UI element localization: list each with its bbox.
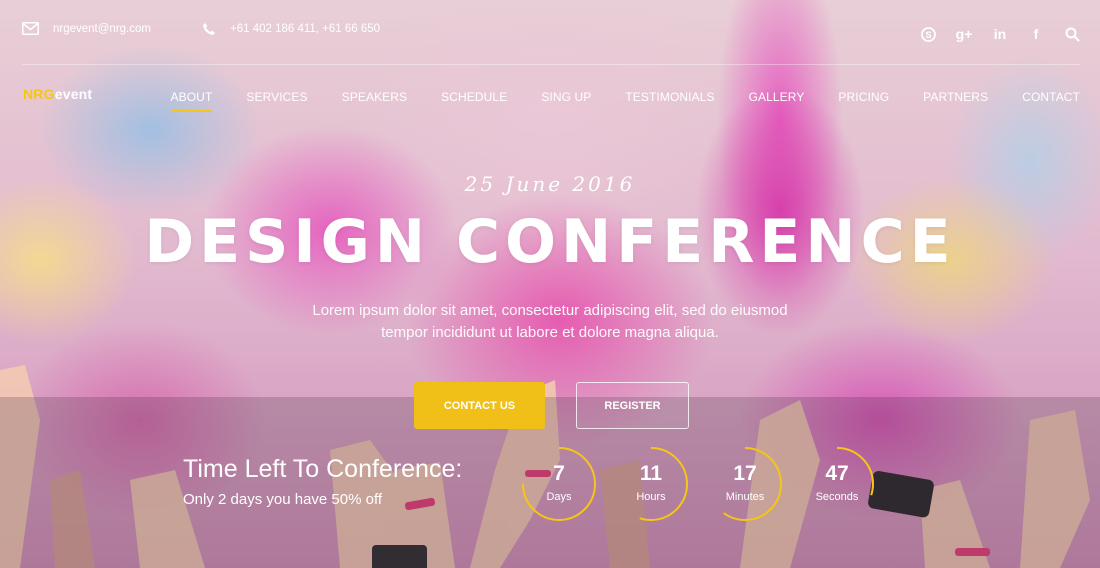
- countdown-seconds-value: 47: [825, 462, 849, 485]
- hero-subtitle-line2: tempor incididunt ut labore et dolore ma…: [381, 324, 719, 341]
- hero-subtitle: Lorem ipsum dolor sit amet, consectetur …: [300, 300, 800, 344]
- countdown-title: Time Left To Conference:: [183, 455, 463, 483]
- nav-item-schedule[interactable]: SCHEDULE: [441, 90, 507, 104]
- linkedin-icon[interactable]: in: [992, 26, 1008, 42]
- phone-contact[interactable]: +61 402 186 411, +61 66 650: [202, 22, 380, 36]
- main-nav: ABOUT SERVICES SPEAKERS SCHEDULE SING UP…: [137, 90, 1080, 112]
- countdown-minutes-label: Minutes: [725, 491, 765, 503]
- email-text[interactable]: nrgevent@nrg.com: [53, 23, 151, 35]
- countdown-hours: 11 Hours: [613, 446, 689, 522]
- envelope-icon: [22, 22, 39, 35]
- topbar: nrgevent@nrg.com +61 402 186 411, +61 66…: [22, 18, 1080, 46]
- contact-us-button[interactable]: CONTACT US: [414, 382, 545, 429]
- nav-item-pricing[interactable]: PRICING: [838, 90, 889, 104]
- logo[interactable]: NRGevent: [23, 86, 92, 102]
- countdown-hours-label: Hours: [636, 491, 666, 503]
- logo-event: event: [54, 86, 93, 102]
- countdown-minutes: 17 Minutes: [707, 446, 783, 522]
- phone-text[interactable]: +61 402 186 411, +61 66 650: [230, 23, 380, 35]
- countdown-minutes-value: 17: [733, 462, 757, 485]
- nav-item-services[interactable]: SERVICES: [246, 90, 307, 104]
- topbar-divider: [22, 64, 1080, 65]
- email-contact[interactable]: nrgevent@nrg.com: [22, 22, 151, 35]
- skype-icon[interactable]: S: [920, 26, 936, 42]
- countdown-seconds-label: Seconds: [815, 491, 859, 503]
- hero-subtitle-line1: Lorem ipsum dolor sit amet, consectetur …: [312, 302, 788, 319]
- logo-nrg: NRG: [23, 86, 55, 102]
- google-plus-icon[interactable]: g+: [956, 26, 973, 42]
- social-links: S g+ in f: [920, 26, 1080, 42]
- nav-item-testimonials[interactable]: TESTIMONIALS: [625, 90, 714, 104]
- countdown-days: 7 Days: [521, 446, 597, 522]
- hero-date: 25 June 2016: [464, 172, 636, 196]
- countdown-seconds: 47 Seconds: [799, 446, 875, 522]
- countdown-subtitle: Only 2 days you have 50% off: [183, 491, 383, 508]
- nav-item-about[interactable]: ABOUT: [170, 90, 213, 112]
- nav-item-gallery[interactable]: GALLERY: [749, 90, 805, 104]
- phone-icon: [203, 23, 215, 35]
- countdown-days-label: Days: [546, 491, 572, 503]
- nav-item-partners[interactable]: PARTNERS: [923, 90, 988, 104]
- skype-glyph: S: [925, 30, 931, 40]
- nav-item-speakers[interactable]: SPEAKERS: [342, 90, 408, 104]
- countdown-days-value: 7: [553, 462, 565, 485]
- nav-item-contact[interactable]: CONTACT: [1022, 90, 1080, 104]
- nav-item-sing-up[interactable]: SING UP: [541, 90, 591, 104]
- facebook-icon[interactable]: f: [1028, 26, 1044, 42]
- register-button[interactable]: REGISTER: [576, 382, 689, 429]
- page-title: DESIGN CONFERENCE: [144, 207, 956, 277]
- countdown-hours-value: 11: [639, 462, 663, 485]
- search-icon[interactable]: [1064, 26, 1080, 42]
